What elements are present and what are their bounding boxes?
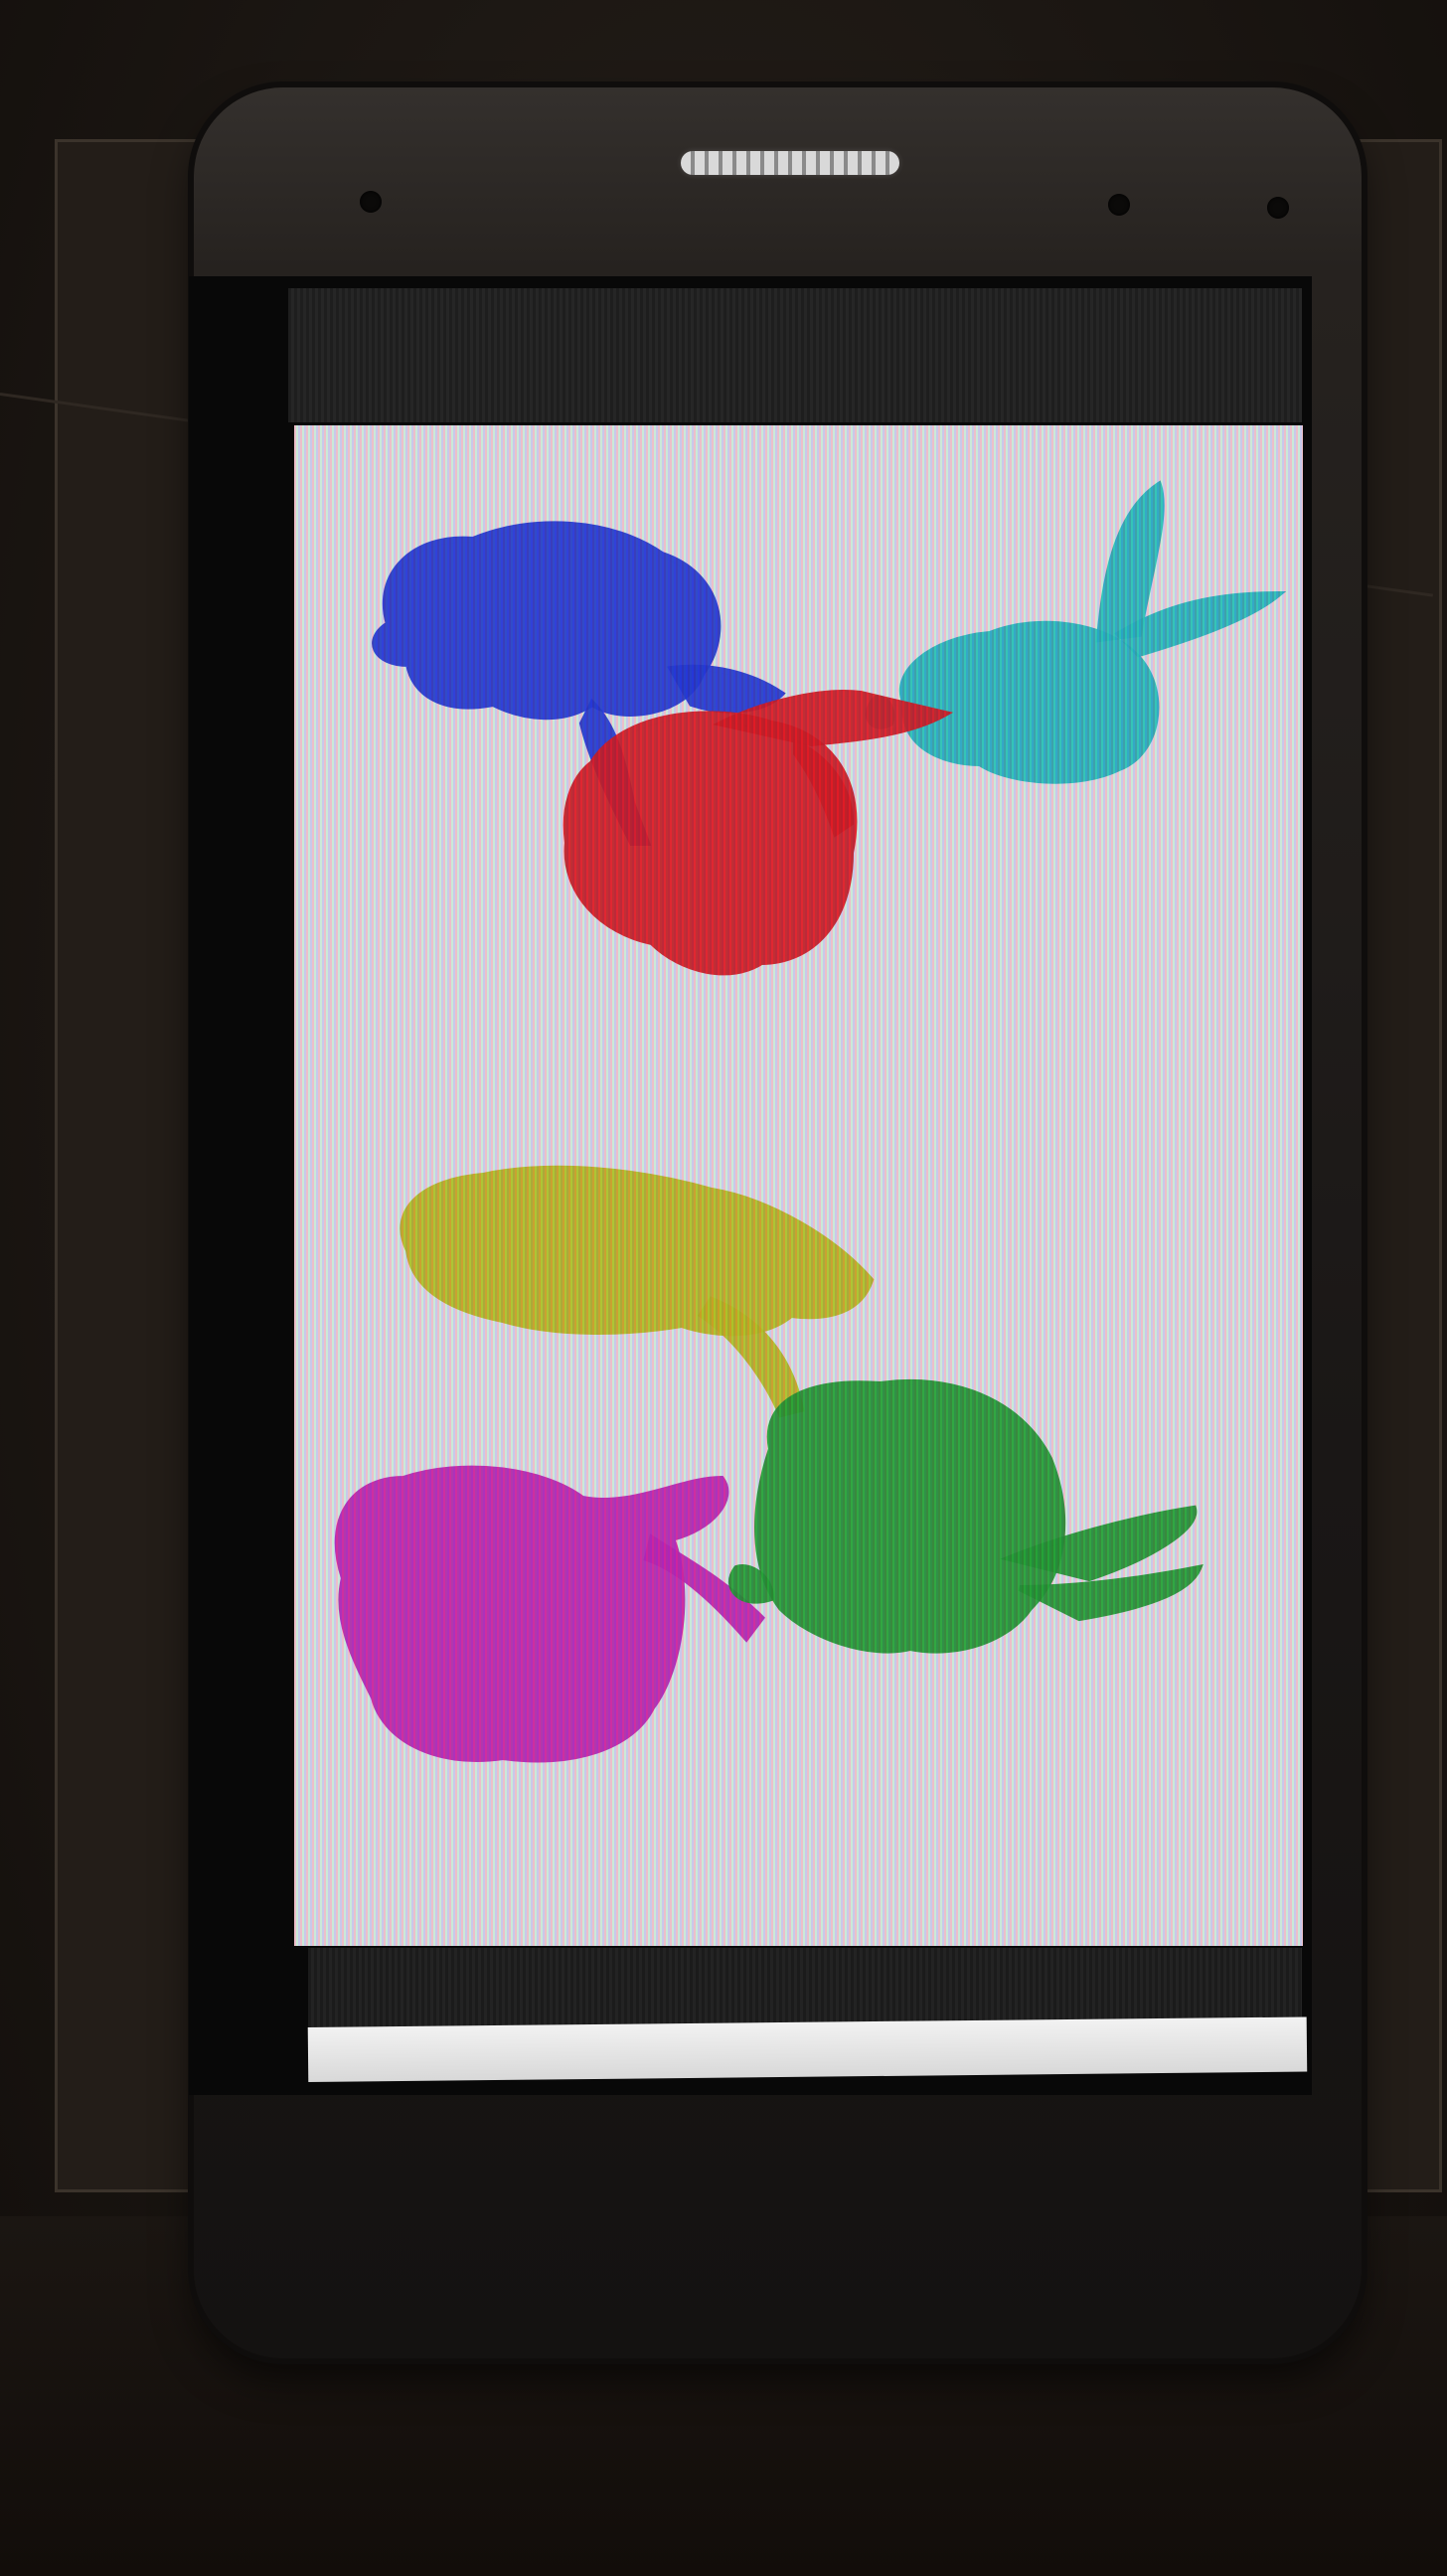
bunny-render <box>334 480 1287 1763</box>
magenta-bunny <box>334 1465 765 1763</box>
photo-scene <box>0 0 1447 2576</box>
earpiece-speaker <box>681 151 899 175</box>
proximity-sensor <box>360 191 382 213</box>
cyan-bunny <box>865 480 1287 784</box>
front-camera <box>1108 194 1130 216</box>
yellow-bunny <box>400 1165 875 1418</box>
phone-display <box>294 425 1303 1946</box>
red-bunny <box>563 690 954 976</box>
navigation-bar <box>307 2016 1308 2082</box>
status-bar-area <box>288 288 1302 422</box>
light-sensor <box>1267 197 1289 219</box>
green-bunny <box>728 1378 1204 1654</box>
